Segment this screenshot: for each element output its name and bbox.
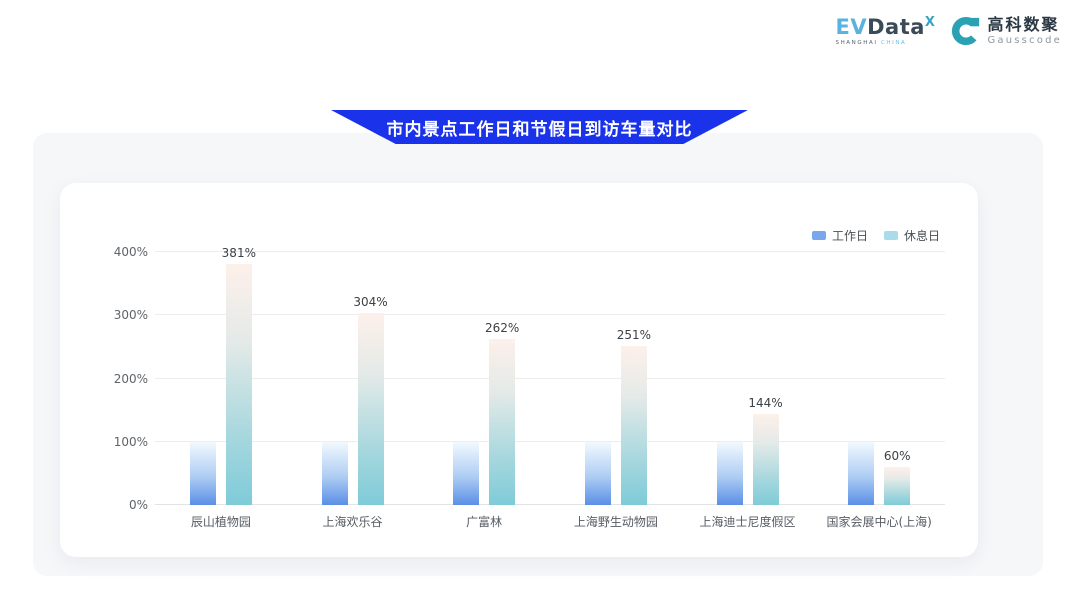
evdata-sub-left: SHANGHAI [835, 40, 877, 46]
x-axis-label: 国家会展中心(上海) [813, 513, 945, 530]
bar-工作日-上海欢乐谷[interactable] [322, 442, 348, 505]
y-tick-label: 0% [129, 498, 148, 512]
y-axis-ticks: 0%100%200%300%400% [90, 252, 148, 505]
gausscode-cn-text: 高科数聚 [987, 16, 1062, 34]
bar-value-label: 60% [884, 449, 911, 463]
bar-休息日-国家会展中心(上海)[interactable] [884, 467, 910, 505]
bar-工作日-辰山植物园[interactable] [190, 442, 216, 505]
gausscode-g-icon [951, 16, 981, 46]
barwrap [717, 442, 743, 505]
bar-工作日-上海迪士尼度假区[interactable] [717, 442, 743, 505]
chart-card: 工作日 休息日 0% 100% 200% 300% 400% 381% 304% 262% 25… [60, 183, 978, 557]
evdata-data-text: Data [867, 15, 925, 39]
barwrap: 60% [884, 467, 910, 505]
x-axis-labels: 辰山植物园上海欢乐谷广富林上海野生动物园上海迪士尼度假区国家会展中心(上海) [155, 513, 945, 530]
bar-休息日-上海迪士尼度假区[interactable] [753, 414, 779, 505]
bar-group-辰山植物园: 381% [155, 252, 287, 505]
bar-group-上海野生动物园: 251% [550, 252, 682, 505]
header-logos: EVDataX SHANGHAI CHINA 高科数聚 Gausscode [835, 16, 1062, 47]
bar-value-label: 144% [748, 396, 782, 410]
barwrap: 251% [621, 346, 647, 505]
legend-label: 休息日 [904, 227, 940, 244]
legend-swatch [812, 231, 826, 240]
bar-工作日-国家会展中心(上海)[interactable] [848, 442, 874, 505]
chart-legend: 工作日 休息日 [812, 227, 940, 244]
bar-group-上海欢乐谷: 304% [287, 252, 419, 505]
barwrap: 381% [226, 264, 252, 505]
bar-工作日-上海野生动物园[interactable] [585, 442, 611, 505]
evdata-ev-text: EV [835, 15, 867, 39]
y-tick-label: 200% [114, 372, 148, 386]
gausscode-en-text: Gausscode [987, 35, 1062, 47]
legend-item-休息日[interactable]: 休息日 [884, 227, 940, 244]
evdata-x-mark: X [925, 15, 936, 30]
evdata-logo: EVDataX SHANGHAI CHINA [835, 16, 935, 47]
bar-休息日-广富林[interactable] [489, 339, 515, 505]
barwrap: 262% [489, 339, 515, 505]
barwrap [190, 442, 216, 505]
bar-工作日-广富林[interactable] [453, 442, 479, 505]
bar-休息日-辰山植物园[interactable] [226, 264, 252, 505]
y-tick-label: 100% [114, 435, 148, 449]
x-axis-label: 上海迪士尼度假区 [682, 513, 814, 530]
barwrap: 304% [358, 313, 384, 505]
bar-value-label: 304% [353, 295, 387, 309]
bar-value-label: 262% [485, 321, 519, 335]
bar-value-label: 381% [222, 246, 256, 260]
bar-columns: 381% 304% 262% 251% 144% 60% [155, 252, 945, 505]
page-title: 市内景点工作日和节假日到访车量对比 [387, 115, 693, 140]
barwrap [848, 442, 874, 505]
evdata-logo-subtext: SHANGHAI CHINA [835, 41, 935, 47]
bar-group-国家会展中心(上海): 60% [813, 252, 945, 505]
bar-value-label: 251% [617, 328, 651, 342]
barwrap [322, 442, 348, 505]
y-tick-label: 300% [114, 308, 148, 322]
legend-label: 工作日 [832, 227, 868, 244]
x-axis-label: 上海野生动物园 [550, 513, 682, 530]
bar-休息日-上海野生动物园[interactable] [621, 346, 647, 505]
bar-休息日-上海欢乐谷[interactable] [358, 313, 384, 505]
legend-item-工作日[interactable]: 工作日 [812, 227, 868, 244]
x-axis-label: 上海欢乐谷 [287, 513, 419, 530]
title-banner: 市内景点工作日和节假日到访车量对比 [331, 110, 748, 144]
gausscode-texts: 高科数聚 Gausscode [987, 16, 1062, 46]
x-axis-label: 辰山植物园 [155, 513, 287, 530]
evdata-sub-right: CHINA [881, 40, 906, 46]
y-tick-label: 400% [114, 245, 148, 259]
barwrap [453, 442, 479, 505]
barwrap [585, 442, 611, 505]
x-axis-label: 广富林 [418, 513, 550, 530]
page: EVDataX SHANGHAI CHINA 高科数聚 Gausscode 市内… [0, 0, 1080, 608]
bar-group-广富林: 262% [418, 252, 550, 505]
barwrap: 144% [753, 414, 779, 505]
bar-group-上海迪士尼度假区: 144% [682, 252, 814, 505]
gausscode-logo: 高科数聚 Gausscode [951, 16, 1062, 46]
evdata-logo-text: EVDataX [835, 16, 935, 38]
legend-swatch [884, 231, 898, 240]
chart-plot-area: 381% 304% 262% 251% 144% 60% [155, 252, 945, 505]
